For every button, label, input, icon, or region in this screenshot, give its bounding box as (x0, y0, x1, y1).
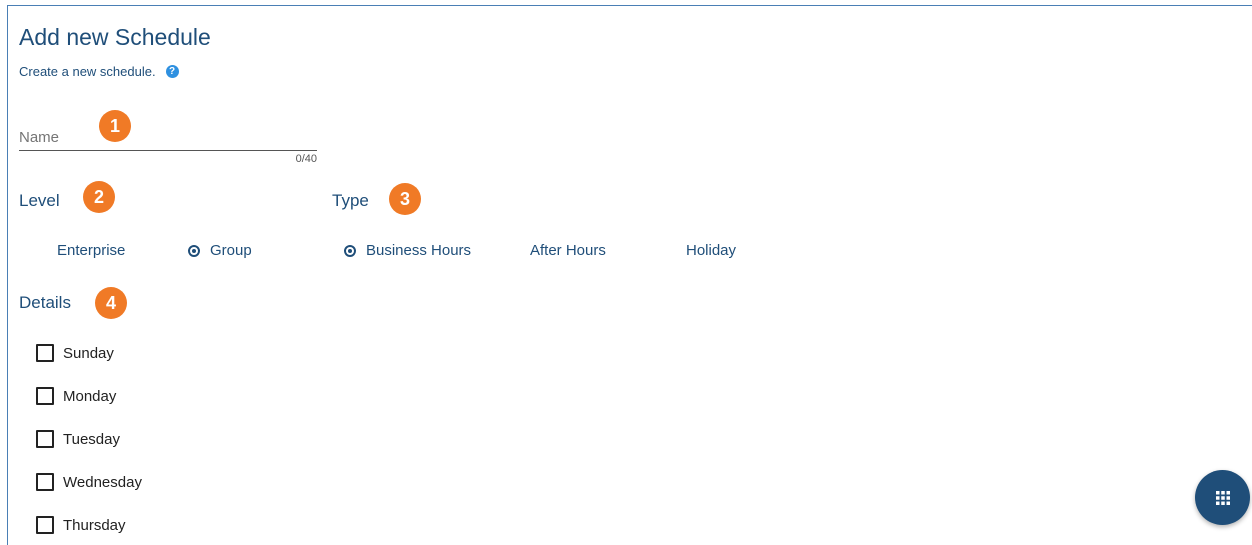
level-option-enterprise-label: Enterprise (57, 242, 126, 259)
level-option-enterprise[interactable]: Enterprise (57, 242, 125, 259)
callout-badge-2: 2 (83, 181, 115, 213)
page-title: Add new Schedule (19, 24, 211, 50)
type-option-after-hours[interactable]: After Hours (530, 242, 606, 259)
level-label: Level (19, 191, 60, 210)
subtitle-text: Create a new schedule. (19, 64, 156, 79)
day-checkbox-thursday[interactable]: Thursday (36, 516, 126, 534)
callout-badge-1: 1 (99, 110, 131, 142)
checkbox-icon (36, 473, 54, 491)
day-checkbox-monday[interactable]: Monday (36, 387, 116, 405)
details-label: Details (19, 293, 71, 312)
type-label: Type (332, 191, 369, 210)
day-label: Monday (63, 387, 117, 405)
level-option-group[interactable]: Group (188, 242, 252, 259)
day-label: Wednesday (63, 473, 142, 491)
name-char-counter: 0/40 (295, 153, 317, 165)
callout-badge-3: 3 (389, 183, 421, 215)
type-option-holiday-label: Holiday (686, 242, 737, 259)
content-frame (7, 5, 1252, 545)
type-option-business-hours[interactable]: Business Hours (344, 242, 471, 259)
day-checkbox-tuesday[interactable]: Tuesday (36, 430, 120, 448)
checkbox-icon (36, 387, 54, 405)
callout-badge-4: 4 (95, 287, 127, 319)
level-option-group-label: Group (210, 242, 252, 259)
day-label: Thursday (63, 516, 126, 534)
radio-selected-icon (344, 244, 356, 257)
type-option-after-hours-label: After Hours (530, 242, 606, 259)
day-checkbox-sunday[interactable]: Sunday (36, 344, 114, 362)
apps-fab-button[interactable] (1195, 470, 1250, 525)
day-checkbox-wednesday[interactable]: Wednesday (36, 473, 142, 491)
type-option-business-hours-label: Business Hours (366, 242, 472, 259)
day-label: Tuesday (63, 430, 120, 448)
name-input[interactable] (19, 124, 317, 151)
checkbox-icon (36, 430, 54, 448)
help-icon[interactable]: ? (165, 65, 179, 78)
grid-icon (1215, 490, 1230, 505)
page-subtitle: Create a new schedule. ? (19, 64, 179, 79)
checkbox-icon (36, 516, 54, 534)
day-label: Sunday (63, 344, 114, 362)
type-option-holiday[interactable]: Holiday (686, 242, 736, 259)
checkbox-icon (36, 344, 54, 362)
radio-selected-icon (188, 244, 200, 257)
